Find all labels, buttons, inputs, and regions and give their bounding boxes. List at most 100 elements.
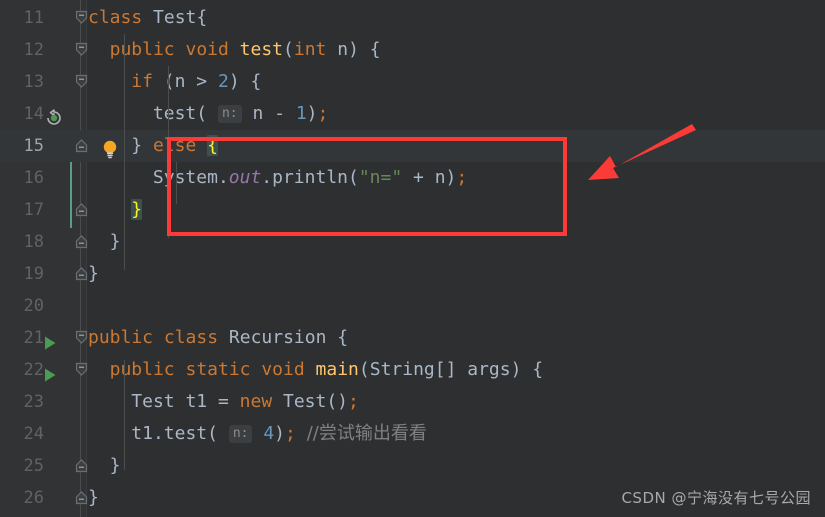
code-token: ) bbox=[306, 103, 318, 124]
code-token: } bbox=[131, 135, 153, 156]
code-token: ; bbox=[285, 423, 296, 444]
code-token: - bbox=[274, 103, 296, 124]
csdn-watermark: CSDN @宁海没有七号公园 bbox=[621, 489, 811, 507]
code-token: void bbox=[185, 39, 240, 60]
code-line-text[interactable]: } bbox=[88, 258, 99, 290]
code-line-text[interactable]: t1.test( n: 4); //尝试输出看看 bbox=[131, 418, 427, 450]
fold-marker-expanded-icon[interactable] bbox=[74, 362, 89, 377]
code-token: n) { bbox=[326, 39, 381, 60]
line-number: 23 bbox=[23, 392, 44, 412]
code-token: public bbox=[88, 327, 164, 348]
line-number: 13 bbox=[23, 72, 44, 92]
line-number: 25 bbox=[23, 456, 44, 476]
line-number: 14 bbox=[23, 104, 44, 124]
code-token: } bbox=[109, 455, 121, 476]
recursive-call-icon[interactable] bbox=[44, 107, 64, 127]
code-line-text[interactable]: class Test{ bbox=[88, 2, 207, 34]
code-token: 4 bbox=[263, 423, 275, 444]
fold-marker-collapse-icon[interactable] bbox=[74, 266, 89, 281]
code-line-text[interactable]: } else { bbox=[131, 130, 218, 162]
line-number: 18 bbox=[23, 232, 44, 252]
code-token: ( bbox=[207, 423, 218, 444]
code-token: ( bbox=[283, 39, 294, 60]
indent-guide-4 bbox=[124, 360, 125, 470]
code-token: public bbox=[109, 39, 186, 60]
code-editor[interactable]: 11 class Test{12 public void test(int n) {… bbox=[0, 0, 825, 517]
run-class-icon[interactable] bbox=[41, 334, 61, 354]
code-token: ( bbox=[196, 103, 208, 124]
fold-marker-expanded-icon[interactable] bbox=[74, 42, 89, 57]
code-token: static bbox=[185, 359, 262, 380]
line-number: 16 bbox=[23, 168, 44, 188]
code-token: Test() bbox=[283, 391, 349, 412]
code-line-text[interactable]: } bbox=[131, 194, 143, 226]
code-token: public bbox=[109, 359, 186, 380]
code-token: ) bbox=[274, 423, 285, 444]
code-token: ) { bbox=[228, 71, 262, 92]
code-line-text[interactable]: if (n > 2) { bbox=[131, 66, 261, 98]
code-token: Test t1 = bbox=[131, 391, 240, 412]
fold-marker-collapse-icon[interactable] bbox=[74, 202, 89, 217]
code-token: 2 bbox=[217, 71, 229, 92]
line-number: 26 bbox=[23, 488, 44, 508]
fold-marker-expanded-icon[interactable] bbox=[74, 74, 89, 89]
code-token: Recursion bbox=[228, 327, 338, 348]
line-number: 21 bbox=[23, 328, 44, 348]
line-number: 17 bbox=[23, 200, 44, 220]
indent-guide-2 bbox=[168, 66, 169, 238]
code-line-row[interactable]: 11 class Test{ bbox=[0, 2, 825, 34]
fold-marker-expanded-icon[interactable] bbox=[74, 330, 89, 345]
code-token: //尝试输出看看 bbox=[306, 423, 427, 444]
code-token: out bbox=[228, 167, 262, 188]
code-token: if bbox=[131, 71, 164, 92]
code-token: test bbox=[152, 103, 197, 124]
code-line-text[interactable]: public static void main(String[] args) { bbox=[110, 354, 544, 386]
indent-guide-3 bbox=[176, 162, 177, 204]
code-line-text[interactable]: } bbox=[88, 482, 99, 514]
code-token: } bbox=[109, 231, 121, 252]
line-number: 19 bbox=[23, 264, 44, 284]
code-line-text[interactable]: public class Recursion { bbox=[88, 322, 348, 354]
code-token: int bbox=[293, 39, 327, 60]
code-token: } bbox=[88, 487, 99, 508]
code-token: else bbox=[152, 135, 208, 156]
fold-marker-collapse-icon[interactable] bbox=[74, 138, 89, 153]
code-token: ; bbox=[317, 103, 329, 124]
code-token: { bbox=[207, 135, 218, 156]
line-number: 15 bbox=[23, 136, 44, 156]
code-token: } bbox=[88, 263, 99, 284]
code-token: Test{ bbox=[153, 7, 208, 28]
code-token: class bbox=[163, 327, 229, 348]
code-token: .println( bbox=[261, 167, 359, 188]
run-method-icon[interactable] bbox=[41, 366, 61, 386]
code-line-text[interactable]: public void test(int n) { bbox=[110, 34, 381, 66]
fold-marker-collapse-icon[interactable] bbox=[74, 234, 89, 249]
indent-guide-1 bbox=[124, 34, 125, 270]
code-line-text[interactable]: Test t1 = new Test(); bbox=[131, 386, 359, 418]
code-line-text[interactable]: } bbox=[110, 450, 121, 482]
parameter-hint-chip: n: bbox=[217, 105, 242, 123]
fold-marker-collapse-icon[interactable] bbox=[74, 458, 89, 473]
code-token: class bbox=[88, 7, 154, 28]
code-token: ; bbox=[456, 167, 468, 188]
code-line-row[interactable]: 21 public class Recursion { bbox=[0, 322, 825, 354]
code-token: (n > bbox=[163, 71, 218, 92]
intention-bulb-icon[interactable] bbox=[101, 139, 121, 159]
fold-marker-expanded-icon[interactable] bbox=[74, 10, 89, 25]
fold-marker-collapse-icon[interactable] bbox=[74, 490, 89, 505]
code-token: { bbox=[337, 327, 349, 348]
code-line-text[interactable]: System.out.println("n=" + n); bbox=[153, 162, 467, 194]
line-number: 24 bbox=[23, 424, 44, 444]
parameter-hint-chip: n: bbox=[228, 425, 253, 443]
line-number: 11 bbox=[23, 8, 44, 28]
code-line-row[interactable]: 20 bbox=[0, 290, 825, 322]
code-token: n bbox=[241, 103, 275, 124]
code-token: + n) bbox=[402, 167, 457, 188]
code-token: } bbox=[131, 199, 143, 220]
code-token: ; bbox=[348, 391, 359, 412]
code-line-text[interactable]: test( n: n - 1); bbox=[153, 98, 328, 130]
code-line-text[interactable]: } bbox=[110, 226, 121, 258]
